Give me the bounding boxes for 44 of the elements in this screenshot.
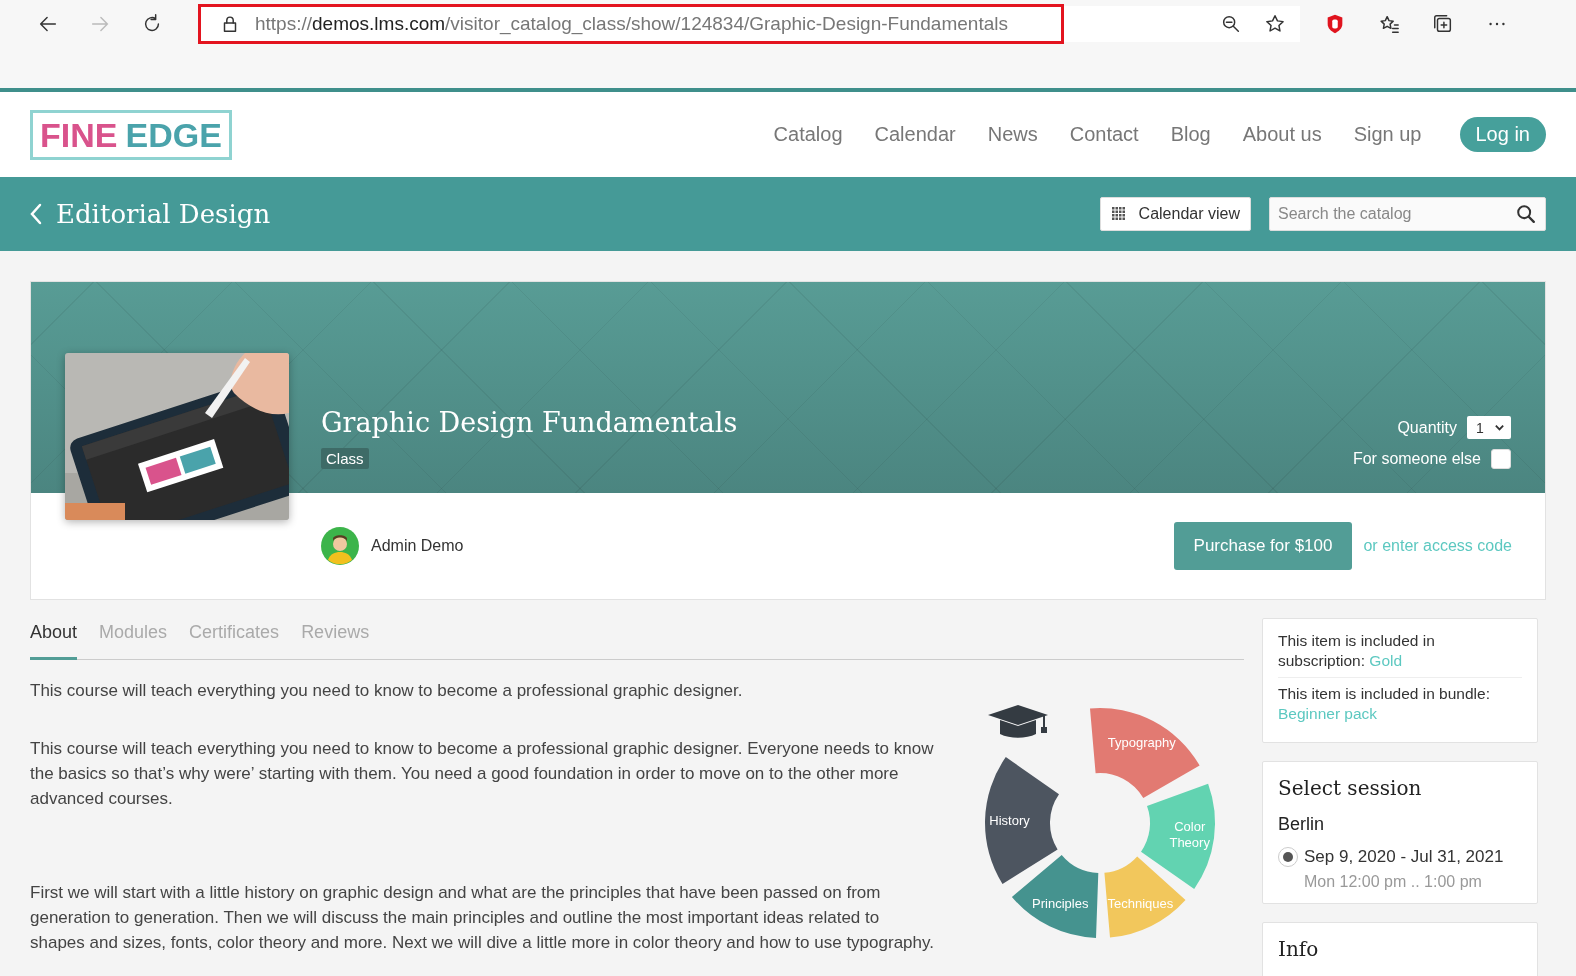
- nav-link[interactable]: Contact: [1053, 123, 1155, 146]
- quantity-select[interactable]: 1: [1467, 416, 1511, 439]
- calendar-view-button[interactable]: Calendar view: [1099, 197, 1251, 231]
- diagram-segment: Typography: [1090, 708, 1200, 798]
- card-title: Info: [1278, 937, 1320, 961]
- graduation-cap-icon: [988, 705, 1048, 738]
- paragraph: First we will start with a little history on graphic design and what are the principles that have been passed on from generation to generation. Then we will discuss the main principles and outline the most important ideas related to shapes and sizes, fonts, color theory and more. Next we will dive a little more in color theory and how to use typography.: [30, 882, 935, 954]
- inclusion-text: This item is included in subscription: Gold: [1278, 631, 1436, 671]
- nav-link[interactable]: About us: [1226, 123, 1338, 146]
- quantity-label: Quantity: [1397, 418, 1457, 437]
- avatar-icon: [321, 527, 359, 565]
- diagram-segment: Techniques: [1104, 856, 1186, 938]
- collections-icon[interactable]: [1432, 13, 1454, 35]
- purchase-button[interactable]: Purchase for $100: [1173, 522, 1353, 570]
- diagram-segment: Color Theory: [1141, 783, 1215, 889]
- calendar-icon: [1110, 206, 1127, 222]
- zoom-icon[interactable]: [1220, 13, 1242, 35]
- diagram-segment: History: [985, 757, 1059, 884]
- paragraph: This course will teach everything you need to know to become a professional graphic designer.: [30, 680, 744, 702]
- type-badge: Class: [321, 448, 369, 469]
- login-button[interactable]: Log in: [1459, 117, 1546, 152]
- search-icon[interactable]: [1515, 203, 1537, 225]
- caret-icon: [1494, 422, 1505, 433]
- paragraph: This course will teach everything you need to know to become a professional graphic designer. Everyone needs to know the basics so that’s why were’ starting with them. You need a good foundation in order to move on to the other more advanced courses.: [30, 738, 935, 810]
- search-field[interactable]: Search the catalog: [1269, 197, 1546, 231]
- checkbox[interactable]: [1491, 449, 1511, 469]
- author-name: Admin Demo: [371, 537, 464, 555]
- tab[interactable]: About: [30, 618, 78, 660]
- card-title: Select session: [1278, 776, 1423, 800]
- inclusion-text: This item is included in bundle: Beginner pack: [1278, 677, 1522, 730]
- nav-link[interactable]: Calendar: [858, 123, 972, 146]
- course-title: Graphic Design Fundamentals: [321, 407, 738, 438]
- nav-link[interactable]: Blog: [1154, 123, 1227, 146]
- nav-link[interactable]: Catalog: [757, 123, 859, 146]
- nav-link[interactable]: Sign up: [1337, 123, 1438, 146]
- logo[interactable]: FINE EDGE: [30, 109, 232, 160]
- page-title: Editorial Design: [56, 199, 271, 229]
- nav-link[interactable]: News: [971, 123, 1054, 146]
- session-location: Berlin: [1278, 814, 1326, 835]
- session-option[interactable]: Sep 9, 2020 - Jul 31, 2021 Mon 12:00 pm .. 1:00 pm: [1278, 847, 1504, 891]
- diagram-segment: Principles: [1011, 855, 1099, 938]
- checkbox-label: For someone else: [1352, 450, 1481, 468]
- star-icon[interactable]: [1264, 13, 1286, 35]
- favorites-icon[interactable]: [1378, 13, 1400, 35]
